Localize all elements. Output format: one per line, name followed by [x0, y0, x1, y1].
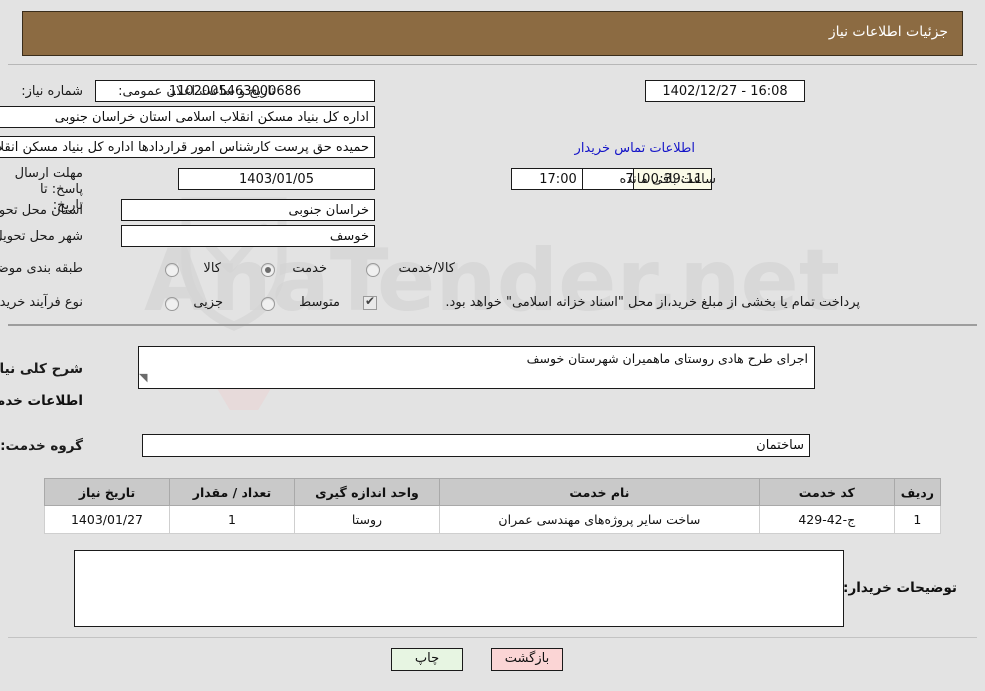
th-row: ردیف: [893, 478, 942, 506]
cell-date: 1403/01/27: [44, 505, 170, 534]
page-root: AnaTender.net جزئیات اطلاعات نیاز شماره …: [0, 0, 985, 691]
th-date: تاریخ نیاز: [44, 478, 170, 506]
th-unit: واحد اندازه گیری: [294, 478, 440, 506]
buyer-notes-textarea[interactable]: [74, 550, 844, 627]
services-table: ردیف کد خدمت نام خدمت واحد اندازه گیری ت…: [44, 478, 942, 534]
footer-divider: [8, 637, 977, 638]
print-button[interactable]: چاپ: [391, 648, 463, 671]
cell-unit: روستا: [294, 505, 440, 534]
th-code: کد خدمت: [758, 478, 895, 506]
back-button[interactable]: بازگشت: [491, 648, 563, 671]
table-row: 1 ج-42-429 ساخت سایر پروژه‌های مهندسی عم…: [44, 505, 942, 534]
page-title: جزئیات اطلاعات نیاز: [828, 24, 948, 40]
description-panel: [8, 326, 977, 472]
cell-code: ج-42-429: [758, 505, 895, 534]
th-qty: تعداد / مقدار: [169, 478, 295, 506]
cell-name: ساخت سایر پروژه‌های مهندسی عمران: [439, 505, 760, 534]
need-info-panel: [8, 64, 977, 326]
table-header-row: ردیف کد خدمت نام خدمت واحد اندازه گیری ت…: [44, 478, 942, 506]
th-name: نام خدمت: [439, 478, 760, 506]
cell-qty: 1: [169, 505, 295, 534]
buyer-notes-label: توضیحات خریدار:: [843, 580, 957, 596]
page-header-bar: جزئیات اطلاعات نیاز: [22, 11, 963, 56]
cell-row: 1: [893, 505, 942, 534]
